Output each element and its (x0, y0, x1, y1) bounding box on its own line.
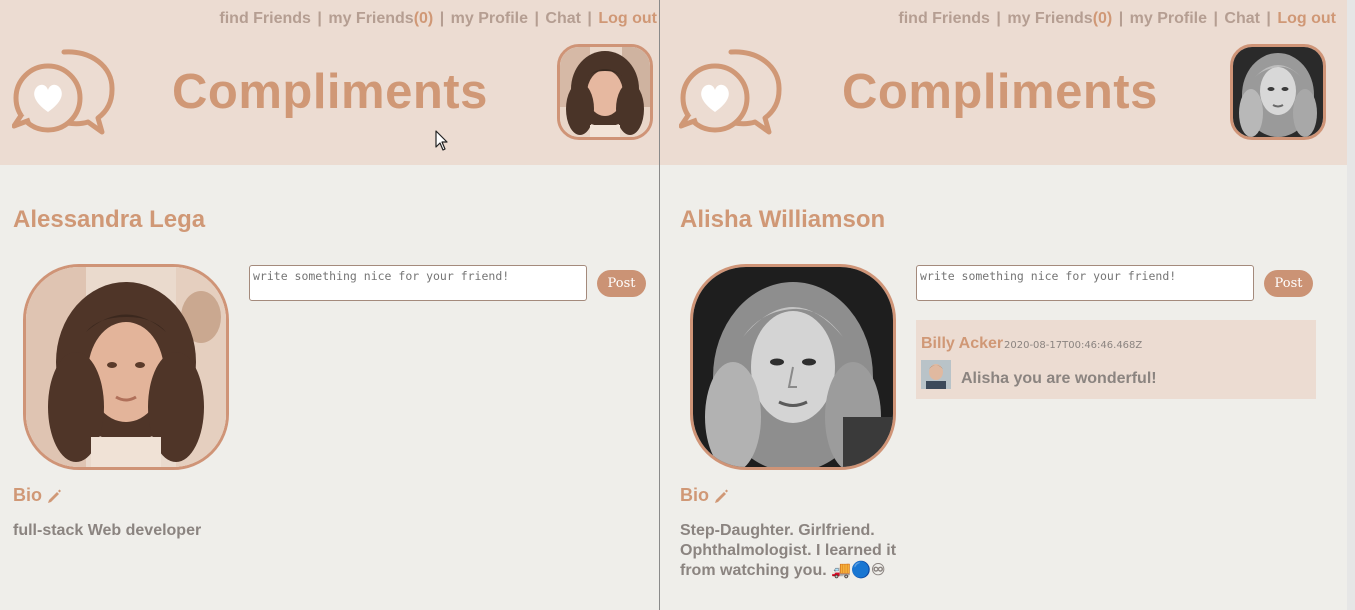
chat-bubbles-heart-icon[interactable] (12, 48, 116, 136)
compliment-card: Billy Acker 2020-08-17T00:46:46.468Z Ali… (916, 320, 1316, 399)
top-nav: find Friends | my Friends(0) | my Profil… (898, 10, 1336, 28)
nav-find-friends[interactable]: find Friends (898, 10, 990, 27)
nav-separator: | (587, 10, 592, 27)
nav-my-friends[interactable]: my Friends(0) (328, 10, 433, 27)
nav-log-out[interactable]: Log out (1277, 10, 1336, 27)
profile-name: Alessandra Lega (13, 206, 206, 233)
chat-bubbles-heart-icon[interactable] (679, 48, 783, 136)
nav-my-profile[interactable]: my Profile (451, 10, 528, 27)
nav-separator: | (439, 10, 445, 27)
site-header: find Friends | my Friends(0) | my Profil… (660, 0, 1347, 165)
header-avatar[interactable] (557, 44, 653, 140)
bio-label: Bio (680, 485, 709, 505)
scrollbar[interactable] (1347, 0, 1355, 610)
nav-log-out[interactable]: Log out (598, 10, 657, 27)
nav-separator: | (1266, 10, 1271, 27)
nav-separator: | (996, 10, 1001, 27)
bio-text: Step-Daughter. Girlfriend. Ophthalmologi… (680, 522, 897, 579)
nav-separator: | (534, 10, 539, 27)
nav-my-friends-label: my Friends (1007, 10, 1093, 27)
left-browser-pane: find Friends | my Friends(0) | my Profil… (0, 0, 659, 610)
post-button[interactable]: Post (1264, 270, 1313, 297)
compliment-timestamp: 2020-08-17T00:46:46.468Z (1004, 340, 1143, 351)
bio-heading: Bio (13, 485, 62, 506)
nav-separator: | (1118, 10, 1124, 27)
profile-picture[interactable] (23, 264, 229, 470)
nav-find-friends[interactable]: find Friends (219, 10, 311, 27)
nav-separator: | (1213, 10, 1218, 27)
nav-chat[interactable]: Chat (1224, 10, 1260, 27)
post-button[interactable]: Post (597, 270, 646, 297)
mouse-cursor-icon (435, 130, 448, 151)
profile-picture[interactable] (690, 264, 896, 470)
nav-separator: | (317, 10, 322, 27)
bio-heading: Bio (680, 485, 729, 506)
brand-title[interactable]: Compliments (172, 64, 488, 120)
compliment-author-avatar[interactable] (921, 360, 951, 389)
right-browser-pane: find Friends | my Friends(0) | my Profil… (660, 0, 1347, 610)
nav-my-profile[interactable]: my Profile (1130, 10, 1207, 27)
edit-pencil-icon[interactable] (46, 488, 62, 504)
bio-label: Bio (13, 485, 42, 505)
header-avatar[interactable] (1230, 44, 1326, 140)
compliment-input[interactable] (916, 265, 1254, 301)
top-nav: find Friends | my Friends(0) | my Profil… (219, 10, 657, 28)
friend-count-badge: (0) (1092, 10, 1113, 27)
compliment-author[interactable]: Billy Acker (921, 335, 1003, 353)
compliment-text: Alisha you are wonderful! (961, 370, 1157, 387)
nav-my-friends-label: my Friends (328, 10, 414, 27)
bio-text: full-stack Web developer (13, 522, 202, 539)
friend-count-badge: (0) (413, 10, 434, 27)
profile-name: Alisha Williamson (680, 206, 886, 233)
nav-my-friends[interactable]: my Friends(0) (1007, 10, 1112, 27)
brand-title[interactable]: Compliments (842, 64, 1158, 120)
edit-pencil-icon[interactable] (713, 488, 729, 504)
site-header: find Friends | my Friends(0) | my Profil… (0, 0, 659, 165)
nav-chat[interactable]: Chat (545, 10, 581, 27)
compliment-input[interactable] (249, 265, 587, 301)
